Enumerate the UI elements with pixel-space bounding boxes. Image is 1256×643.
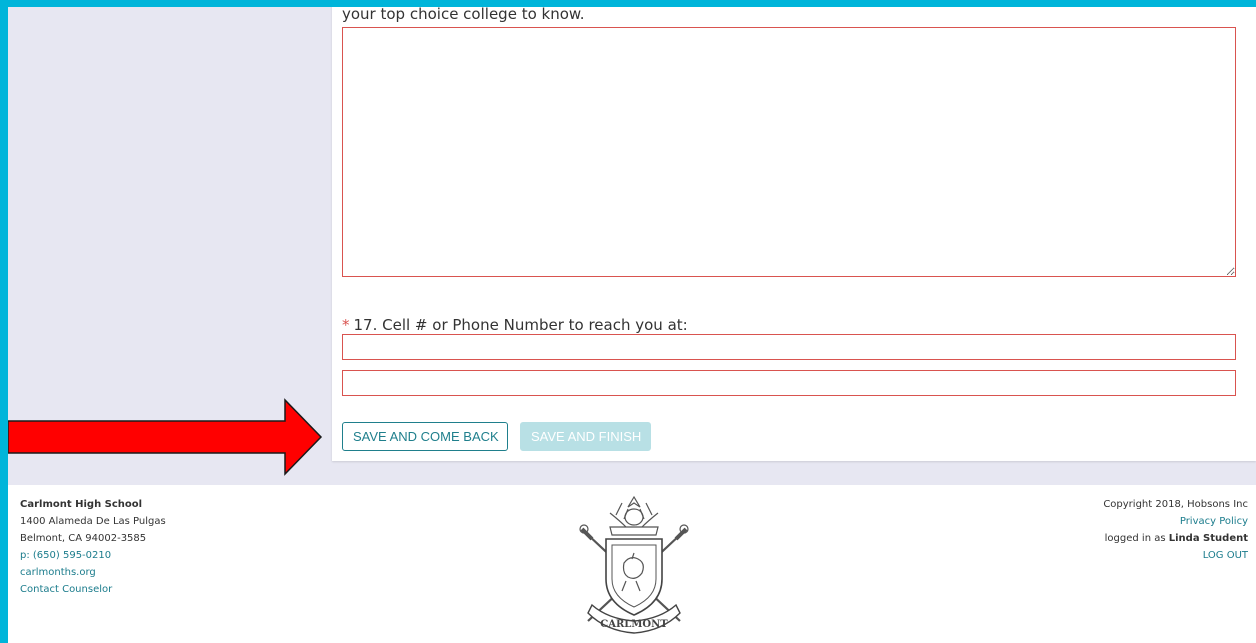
- crest-scroll-text: CARLMONT: [600, 619, 668, 630]
- phone-number-input[interactable]: [342, 334, 1236, 360]
- phone-number-input-secondary[interactable]: [342, 370, 1236, 396]
- copyright-text: Copyright 2018, Hobsons Inc: [1103, 499, 1248, 510]
- form-card: your top choice college to know. * 17. Ce…: [332, 7, 1256, 461]
- red-arrow-icon: [8, 398, 323, 476]
- website-link[interactable]: carlmonths.org: [20, 564, 166, 581]
- logout-link[interactable]: LOG OUT: [1103, 547, 1248, 564]
- logged-in-status: logged in as Linda Student: [1103, 530, 1248, 547]
- school-name: Carlmont High School: [20, 499, 143, 510]
- address-line-2: Belmont, CA 94002-3585: [20, 533, 147, 544]
- question-16-text: your top choice college to know.: [342, 7, 585, 23]
- page: your top choice college to know. * 17. Ce…: [8, 7, 1256, 643]
- save-and-come-back-button[interactable]: SAVE AND COME BACK: [342, 422, 508, 451]
- question-17-label-text: 17. Cell # or Phone Number to reach you …: [353, 316, 688, 334]
- footer-school-info: Carlmont High School 1400 Alameda De Las…: [20, 496, 166, 598]
- question-17-label: * 17. Cell # or Phone Number to reach you…: [342, 316, 688, 334]
- privacy-policy-link[interactable]: Privacy Policy: [1103, 513, 1248, 530]
- carlmont-crest-icon: CARLMONT: [579, 495, 689, 634]
- save-and-finish-button[interactable]: SAVE AND FINISH: [520, 422, 651, 451]
- required-marker: *: [342, 316, 350, 334]
- main-content-area: your top choice college to know. * 17. Ce…: [8, 7, 1256, 485]
- phone-link[interactable]: p: (650) 595-0210: [20, 547, 166, 564]
- user-name: Linda Student: [1168, 533, 1248, 544]
- contact-counselor-link[interactable]: Contact Counselor: [20, 581, 166, 598]
- footer-account-info: Copyright 2018, Hobsons Inc Privacy Poli…: [1103, 496, 1248, 564]
- address-line-1: 1400 Alameda De Las Pulgas: [20, 516, 166, 527]
- question-16-essay-textarea[interactable]: [342, 27, 1236, 277]
- logged-in-prefix: logged in as: [1104, 533, 1169, 544]
